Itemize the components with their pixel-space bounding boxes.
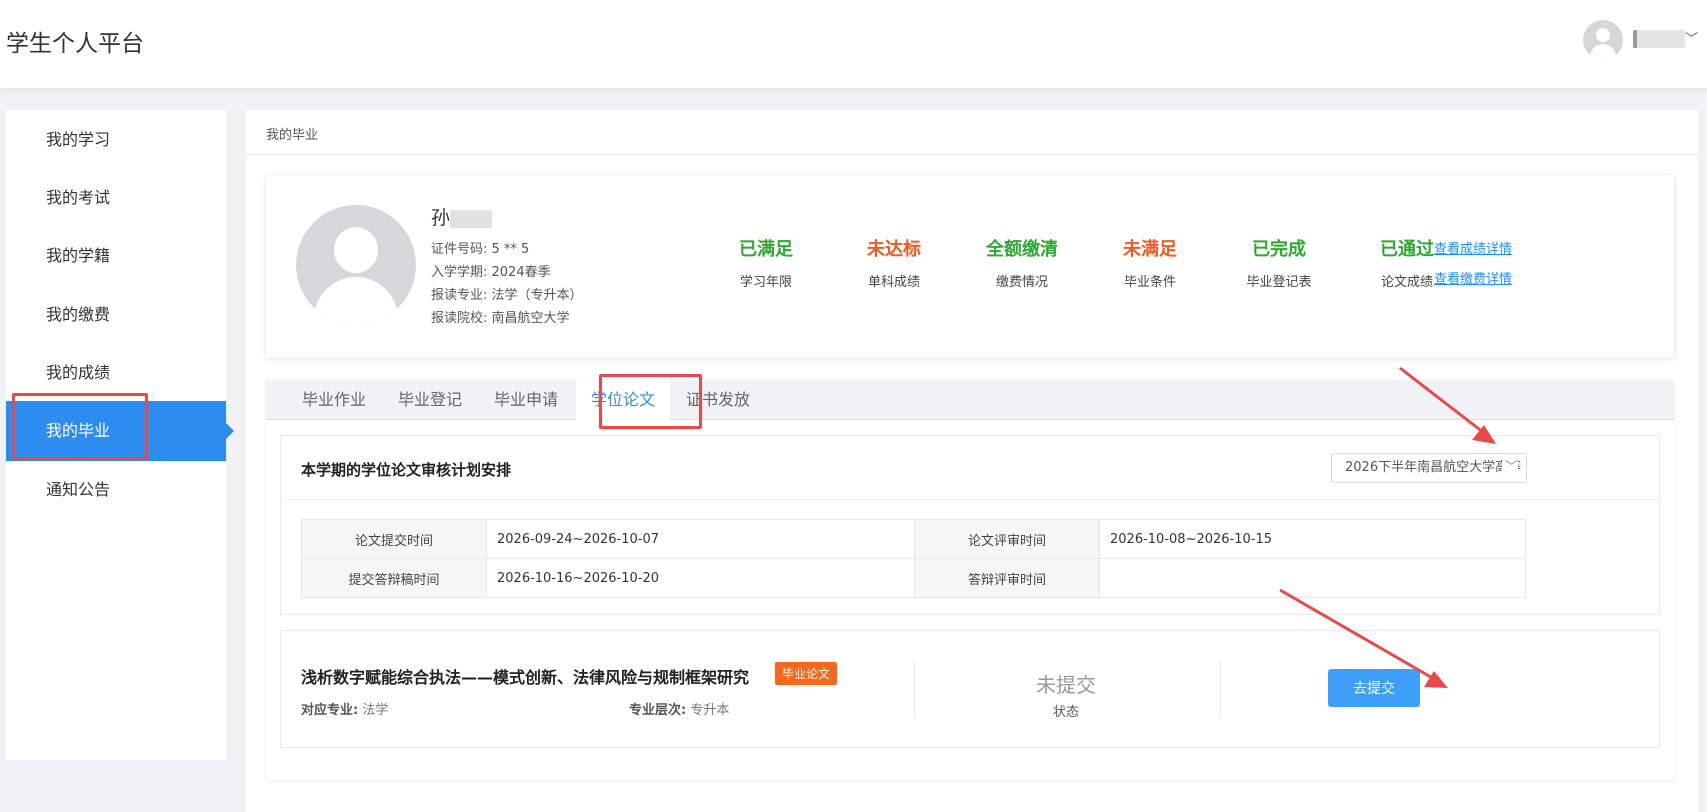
divider bbox=[246, 154, 1698, 155]
thesis-title: 浅析数字赋能综合执法——模式创新、法律风险与规制框架研究 bbox=[301, 668, 750, 687]
stat-value: 已满足 bbox=[739, 239, 793, 260]
chevron-down-icon[interactable]: ﹀ bbox=[1685, 28, 1698, 47]
stat-value: 全额缴清 bbox=[986, 239, 1058, 260]
table-cell bbox=[1099, 558, 1526, 598]
stat-label: 毕业登记表 bbox=[1246, 275, 1312, 290]
tab-certificate-issuance[interactable]: 证书发放 bbox=[670, 380, 766, 420]
chevron-down-icon: ﹀ bbox=[1501, 454, 1518, 482]
table-header-cell: 论文提交时间 bbox=[301, 519, 487, 559]
go-submit-button[interactable]: 去提交 bbox=[1328, 669, 1420, 707]
sidebar-item-exam[interactable]: 我的考试 bbox=[6, 168, 226, 228]
table-cell: 2026-09-24~2026-10-07 bbox=[486, 519, 915, 559]
major: 报读专业: 法学（专升本） bbox=[431, 288, 583, 303]
tab-graduation-application[interactable]: 毕业申请 bbox=[478, 380, 574, 420]
tab-degree-thesis[interactable]: 学位论文 bbox=[576, 380, 670, 421]
thesis-level: 专业层次: 专升本 bbox=[629, 699, 729, 718]
main-panel: 我的毕业 孙 证件号码: 5 ** 5 入学学期: 2024春季 报读专业: 法… bbox=[246, 110, 1698, 812]
term-select[interactable]: 2026下半年南昌航空大学高等 ﹀ bbox=[1331, 453, 1527, 483]
stat-value: 已完成 bbox=[1252, 239, 1306, 260]
user-avatar-icon[interactable] bbox=[1583, 20, 1623, 60]
sidebar-item-status[interactable]: 我的学籍 bbox=[6, 226, 226, 286]
student-avatar-icon bbox=[296, 205, 416, 325]
table-cell: 2026-10-16~2026-10-20 bbox=[486, 558, 915, 598]
breadcrumb: 我的毕业 bbox=[266, 128, 319, 143]
thesis-major: 对应专业: 法学 bbox=[301, 699, 388, 718]
graduation-tabs-panel: 毕业作业 毕业登记 毕业申请 学位论文 证书发放 本学期的学位论文审核计划安排 … bbox=[266, 380, 1674, 780]
divider bbox=[1220, 661, 1221, 719]
plan-schedule-table: 论文提交时间 2026-09-24~2026-10-07 论文评审时间 2026… bbox=[301, 519, 1526, 598]
student-name-text: 孙 bbox=[431, 207, 451, 229]
student-name: 孙 bbox=[431, 203, 493, 230]
top-header: 学生个人平台 Z ﹀ bbox=[0, 0, 1707, 88]
student-profile-card: 孙 证件号码: 5 ** 5 入学学期: 2024春季 报读专业: 法学（专升本… bbox=[266, 175, 1674, 358]
platform-title: 学生个人平台 bbox=[6, 31, 144, 57]
school: 报读院校: 南昌航空大学 bbox=[431, 311, 570, 326]
table-header-cell: 答辩评审时间 bbox=[914, 558, 1100, 598]
stat-payment: 全额缴清 缴费情况 bbox=[962, 235, 1082, 290]
stat-value: 未满足 bbox=[1123, 239, 1177, 260]
term-select-value: 2026下半年南昌航空大学高等 bbox=[1345, 460, 1522, 475]
sidebar-item-graduation[interactable]: 我的毕业 bbox=[6, 401, 234, 461]
thesis-status-label: 状态 bbox=[1052, 705, 1079, 720]
sidebar-item-payment[interactable]: 我的缴费 bbox=[6, 285, 226, 345]
table-row: 提交答辩稿时间 2026-10-16~2026-10-20 答辩评审时间 bbox=[301, 558, 1526, 598]
stat-label: 毕业条件 bbox=[1123, 275, 1176, 290]
enroll-term: 入学学期: 2024春季 bbox=[431, 265, 551, 280]
thesis-status-value: 未提交 bbox=[1036, 673, 1096, 697]
stat-course-grades: 未达标 单科成绩 bbox=[834, 235, 954, 290]
username[interactable]: Z bbox=[1633, 30, 1685, 48]
major-value: 法学 bbox=[362, 703, 389, 718]
divider bbox=[281, 499, 1659, 500]
level-label: 专业层次: bbox=[629, 703, 687, 718]
id-value: 5 ** 5 bbox=[491, 242, 530, 257]
tab-bar: 毕业作业 毕业登记 毕业申请 学位论文 证书发放 bbox=[266, 380, 1674, 421]
stat-graduation-form: 已完成 毕业登记表 bbox=[1219, 235, 1339, 290]
id-label: 证件号码: bbox=[431, 242, 492, 257]
tab-graduation-homework[interactable]: 毕业作业 bbox=[286, 380, 382, 420]
stat-label: 学习年限 bbox=[739, 275, 792, 290]
view-grades-link[interactable]: 查看成绩详情 bbox=[1434, 238, 1512, 257]
table-header-cell: 论文评审时间 bbox=[914, 519, 1100, 559]
major-label: 对应专业: bbox=[301, 703, 359, 718]
stat-label: 缴费情况 bbox=[995, 275, 1048, 290]
stat-value: 未达标 bbox=[867, 239, 921, 260]
plan-title: 本学期的学位论文审核计划安排 bbox=[301, 461, 512, 479]
table-cell: 2026-10-08~2026-10-15 bbox=[1099, 519, 1526, 559]
level-value: 专升本 bbox=[690, 703, 730, 718]
thesis-type-badge: 毕业论文 bbox=[775, 662, 838, 685]
sidebar-item-study[interactable]: 我的学习 bbox=[6, 110, 226, 170]
table-row: 论文提交时间 2026-09-24~2026-10-07 论文评审时间 2026… bbox=[301, 519, 1526, 559]
sidebar-item-grades[interactable]: 我的成绩 bbox=[6, 343, 226, 403]
tab-graduation-registration[interactable]: 毕业登记 bbox=[382, 380, 478, 420]
stat-label: 单科成绩 bbox=[867, 275, 920, 290]
thesis-plan-section: 本学期的学位论文审核计划安排 2026下半年南昌航空大学高等 ﹀ 论文提交时间 2… bbox=[280, 435, 1660, 615]
view-payment-link[interactable]: 查看缴费详情 bbox=[1434, 268, 1512, 287]
sidebar-item-notices[interactable]: 通知公告 bbox=[6, 460, 226, 520]
divider bbox=[914, 661, 915, 719]
stat-graduation-condition: 未满足 毕业条件 bbox=[1090, 235, 1210, 290]
stat-study-years: 已满足 学习年限 bbox=[706, 235, 826, 290]
id-number: 证件号码: 5 ** 5 bbox=[431, 238, 529, 257]
thesis-item: 浅析数字赋能综合执法——模式创新、法律风险与规制框架研究 毕业论文 对应专业: … bbox=[280, 630, 1660, 748]
table-header-cell: 提交答辩稿时间 bbox=[301, 558, 487, 598]
sidebar: 我的学习 我的考试 我的学籍 我的缴费 我的成绩 我的毕业 通知公告 bbox=[6, 110, 234, 760]
